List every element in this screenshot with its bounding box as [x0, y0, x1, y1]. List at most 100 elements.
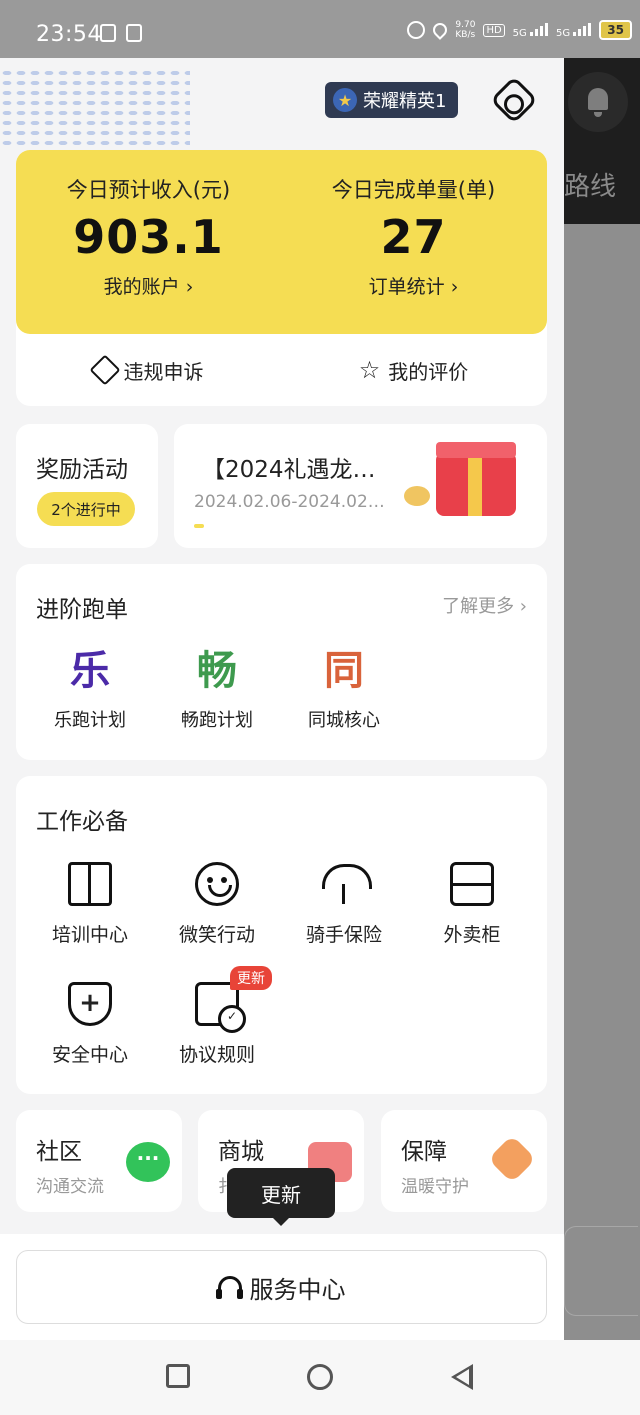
advanced-title: 进阶跑单: [36, 597, 128, 623]
signal-5g-2-label: 5G: [555, 27, 571, 39]
network-speed-value: 9.70: [455, 20, 476, 30]
advanced-running-card: 进阶跑单 了解更多 › 乐 乐跑计划 畅 畅跑计划 同 同城核心: [16, 564, 547, 760]
cabinet-icon: [450, 862, 494, 906]
update-tooltip[interactable]: 更新: [227, 1168, 335, 1226]
shield-plus-icon: [68, 982, 112, 1026]
rank-badge[interactable]: ★ 荣耀精英1: [325, 82, 459, 118]
lepao-logo-icon: 乐: [70, 648, 110, 694]
network-speed-unit: KB/s: [455, 30, 476, 40]
reward-status-pill: 2个进行中: [37, 492, 135, 526]
tool-rider-insurance[interactable]: 骑手保险: [280, 862, 408, 947]
network-speed: 9.70 KB/s: [455, 20, 475, 40]
chat-bubble-icon: [126, 1142, 170, 1182]
bell-icon: [568, 72, 628, 132]
advanced-item-changpao[interactable]: 畅 畅跑计划: [153, 648, 281, 732]
fish-pattern-decoration: [0, 68, 190, 148]
signal-bars-icon: [529, 22, 548, 36]
today-orders-value: 27: [380, 210, 447, 264]
advanced-item-label: 畅跑计划: [181, 710, 253, 731]
tongcheng-logo-icon: 同: [324, 648, 364, 694]
tool-label: 安全中心: [51, 1044, 128, 1066]
today-orders-label: 今日完成单量(单): [331, 178, 496, 202]
promo-title: 【2024礼遇龙…: [202, 457, 376, 483]
heart-icon: [487, 1134, 537, 1184]
today-income-column: 今日预计收入(元) 903.1 我的账户 ›: [16, 174, 281, 299]
umbrella-icon: [322, 862, 372, 906]
tool-smile-action[interactable]: 微笑行动: [153, 862, 281, 947]
income-actions: 违规申诉 ☆ 我的评价: [16, 334, 547, 406]
tool-safety-center[interactable]: 安全中心: [26, 982, 154, 1067]
star-outline-icon: ☆: [358, 356, 381, 384]
community-subtitle: 沟通交流: [36, 1177, 104, 1197]
promo-banner-card[interactable]: 【2024礼遇龙… 2024.02.06-2024.02…: [174, 424, 547, 548]
community-title: 社区: [36, 1139, 82, 1165]
overlay-lower-box: [564, 1226, 638, 1316]
my-account-link[interactable]: 我的账户 ›: [16, 272, 281, 299]
overlay-route-text: 路线: [564, 172, 617, 202]
community-card[interactable]: 社区 沟通交流: [16, 1110, 182, 1212]
service-center-label: 服务中心: [249, 1275, 346, 1304]
protection-subtitle: 温暖守护: [401, 1177, 469, 1197]
violation-appeal-button[interactable]: 违规申诉: [16, 334, 281, 406]
income-summary: 今日预计收入(元) 903.1 我的账户 › 今日完成单量(单) 27 订单统计…: [16, 150, 547, 334]
book-icon: [68, 862, 112, 906]
order-stats-link[interactable]: 订单统计 ›: [281, 272, 546, 299]
tool-label: 外卖柜: [443, 924, 501, 946]
notification-app-icon: [100, 24, 116, 42]
learn-more-link[interactable]: 了解更多 ›: [442, 592, 527, 618]
appeal-icon: [88, 354, 121, 386]
signal-5g-1: 5G: [513, 22, 548, 39]
rank-badge-label: 荣耀精英1: [363, 91, 447, 112]
mall-title: 商城: [218, 1139, 264, 1165]
advanced-item-label: 乐跑计划: [54, 710, 126, 731]
advanced-item-lepao[interactable]: 乐 乐跑计划: [26, 648, 154, 732]
income-card: 今日预计收入(元) 903.1 我的账户 › 今日完成单量(单) 27 订单统计…: [16, 150, 547, 406]
carousel-indicator: [194, 524, 204, 528]
hd-voice-icon: HD: [483, 23, 505, 37]
status-time: 23:54: [36, 22, 102, 47]
my-rating-button[interactable]: ☆ 我的评价: [281, 334, 546, 406]
signal-5g-1-label: 5G: [512, 27, 527, 39]
update-badge: 更新: [230, 966, 272, 990]
status-notification-icons: [100, 24, 142, 42]
dimmed-background-overlay[interactable]: 路线: [564, 58, 640, 1340]
service-center-button[interactable]: 服务中心: [16, 1250, 547, 1324]
reward-title: 奖励活动: [36, 457, 128, 483]
tool-delivery-locker[interactable]: 外卖柜: [408, 862, 536, 947]
service-footer: 服务中心: [0, 1234, 564, 1340]
status-bar: 23:54 9.70 KB/s HD 5G 5G 35: [0, 0, 640, 58]
tool-training-center[interactable]: 培训中心: [26, 862, 154, 947]
reward-activity-card[interactable]: 奖励活动 2个进行中: [16, 424, 158, 548]
today-income-value: 903.1: [73, 210, 224, 264]
tool-label: 培训中心: [51, 924, 128, 946]
violation-appeal-label: 违规申诉: [123, 359, 204, 384]
changpao-logo-icon: 畅: [197, 648, 237, 694]
status-right-group: 9.70 KB/s HD 5G 5G 35: [407, 20, 632, 40]
battery-icon: 35: [599, 20, 632, 40]
back-icon[interactable]: [451, 1364, 473, 1390]
coin-icon: [404, 486, 430, 506]
system-nav-bar: [0, 1340, 640, 1415]
advanced-item-label: 同城核心: [308, 710, 380, 731]
protection-title: 保障: [401, 1139, 447, 1165]
sim-icon: [126, 24, 142, 42]
tool-label: 协议规则: [178, 1044, 255, 1066]
promo-date: 2024.02.06-2024.02…: [194, 492, 385, 512]
smile-icon: [195, 862, 239, 906]
settings-gear-icon[interactable]: [489, 75, 539, 125]
recent-apps-icon[interactable]: [166, 1364, 190, 1388]
today-orders-column: 今日完成单量(单) 27 订单统计 ›: [281, 174, 546, 299]
home-icon[interactable]: [307, 1364, 333, 1390]
tool-label: 骑手保险: [305, 924, 382, 946]
protection-card[interactable]: 保障 温暖守护: [381, 1110, 547, 1212]
overlay-top-area: 路线: [564, 58, 640, 224]
signal-5g-2: 5G: [555, 22, 592, 39]
gift-box-icon: [436, 442, 516, 516]
alarm-icon: [407, 21, 426, 39]
tool-agreement-rules[interactable]: 协议规则: [153, 982, 281, 1067]
signal-bars-icon: [573, 22, 592, 36]
advanced-item-tongcheng[interactable]: 同 同城核心: [280, 648, 408, 732]
work-title: 工作必备: [36, 809, 128, 835]
rank-star-icon: ★: [333, 88, 357, 112]
headset-icon: [215, 1276, 242, 1299]
